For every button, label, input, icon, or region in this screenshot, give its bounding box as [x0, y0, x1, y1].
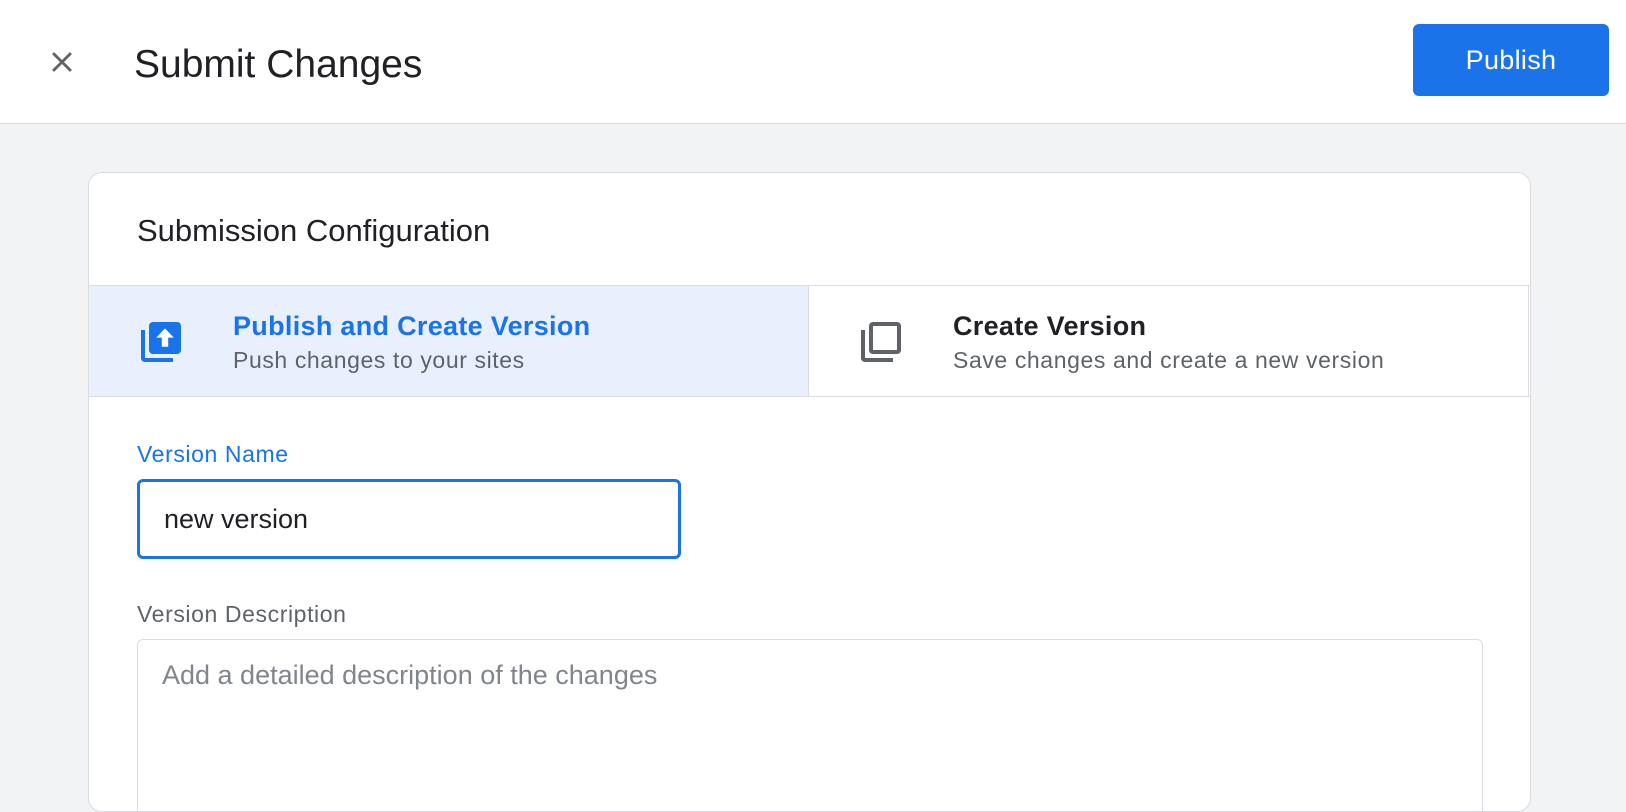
- close-button[interactable]: [32, 32, 92, 92]
- option-subtitle: Push changes to your sites: [233, 347, 525, 373]
- top-bar: Submit Changes Publish: [0, 0, 1626, 124]
- publish-button[interactable]: Publish: [1413, 24, 1609, 96]
- option-text: Publish and Create Version Push changes …: [233, 308, 590, 376]
- option-publish-and-create-version[interactable]: Publish and Create Version Push changes …: [89, 286, 809, 396]
- page-title: Submit Changes: [134, 43, 423, 86]
- version-description-textarea[interactable]: [137, 639, 1483, 811]
- close-icon: [52, 52, 72, 72]
- copy-layers-icon: [861, 322, 901, 362]
- card-title: Submission Configuration: [137, 213, 491, 248]
- version-name-label: Version Name: [137, 441, 289, 467]
- option-title: Publish and Create Version: [233, 311, 591, 341]
- option-subtitle: Save changes and create a new version: [953, 347, 1385, 373]
- submission-configuration-card: Submission Configuration Publish and Cre…: [88, 172, 1531, 812]
- publish-upload-icon: [141, 322, 181, 362]
- option-title: Create Version: [953, 311, 1147, 341]
- version-name-input[interactable]: [137, 479, 681, 559]
- option-text: Create Version Save changes and create a…: [953, 308, 1384, 376]
- version-description-label: Version Description: [137, 601, 347, 627]
- submission-options: Publish and Create Version Push changes …: [89, 285, 1530, 397]
- option-create-version[interactable]: Create Version Save changes and create a…: [809, 286, 1529, 396]
